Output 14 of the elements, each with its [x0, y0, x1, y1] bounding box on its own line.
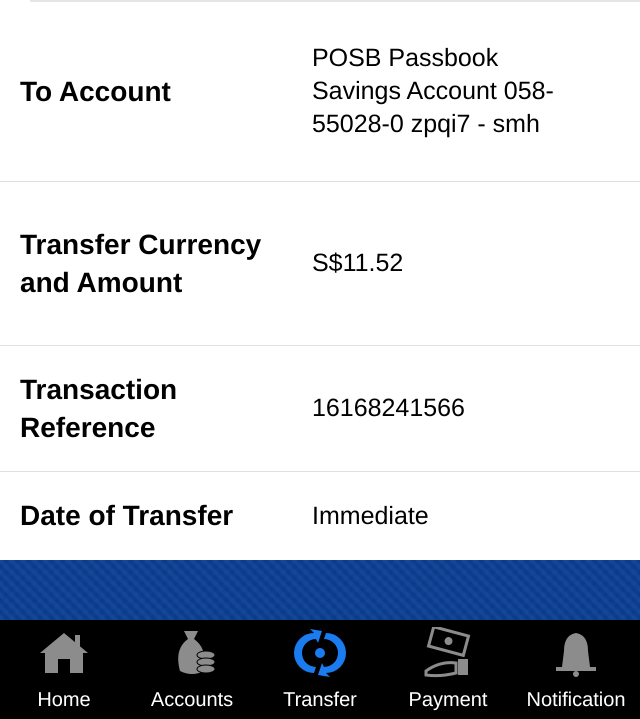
field-value: POSB Passbook Savings Account 058-55028-0 zpqi7 - smh — [312, 43, 555, 140]
refresh-icon — [292, 627, 348, 679]
field-label: Transaction Reference — [20, 372, 178, 444]
field-value: Immediate — [312, 500, 430, 532]
tab-bar-item[interactable]: Accounts — [128, 620, 256, 719]
field-value: 16168241566 — [312, 393, 466, 424]
field-label: To Account — [20, 74, 172, 108]
tab-bar-item[interactable]: Home — [0, 620, 128, 719]
field-value: S$11.52 — [312, 248, 404, 279]
tab-bar-item[interactable]: Transfer — [256, 620, 384, 719]
tab-bar-item[interactable]: Payment — [384, 620, 512, 719]
field-label: Transfer Currency and Amount — [20, 228, 262, 300]
tab-bar-item[interactable]: Notification — [512, 620, 640, 719]
field-label: Date of Transfer — [20, 499, 234, 533]
